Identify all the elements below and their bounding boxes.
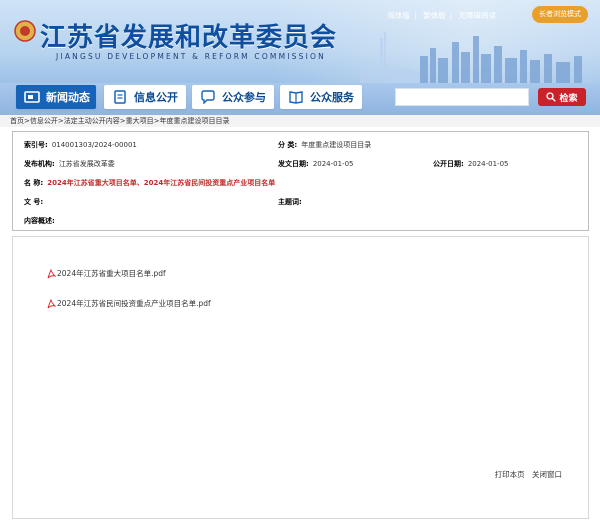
- page-actions: 打印本页 关闭窗口: [490, 469, 562, 480]
- print-page-link[interactable]: 打印本页: [495, 470, 525, 479]
- search-icon: [546, 92, 557, 102]
- nav-services[interactable]: 公众服务: [280, 85, 362, 109]
- pdf-icon: [47, 298, 56, 308]
- close-window-link[interactable]: 关闭窗口: [532, 470, 562, 479]
- public-date-row: 公开日期: 2024-01-05: [433, 160, 509, 168]
- nav-news-label: 新闻动态: [46, 91, 90, 104]
- category-row: 分 类: 年度重点建设项目目录: [278, 141, 372, 149]
- nav-services-label: 公众服务: [310, 91, 354, 104]
- emblem-icon: [14, 20, 36, 42]
- chat-icon: [201, 90, 215, 104]
- site-subtitle: JIANGSU DEVELOPMENT & REFORM COMMISSION: [56, 52, 326, 61]
- search-button[interactable]: 检索: [538, 88, 586, 106]
- nav-participation[interactable]: 公众参与: [192, 85, 274, 109]
- search-input[interactable]: [395, 88, 529, 106]
- document-name-row: 名 称: 2024年江苏省重大项目名单、2024年江苏省民间投资重点产业项目名单: [24, 179, 276, 187]
- index-number-row: 索引号: 014001303/2024-00001: [24, 141, 137, 149]
- search-button-label: 检索: [559, 93, 578, 104]
- keywords-row: 主题词:: [278, 198, 302, 206]
- language-links: 简体版 | 繁体版 | 无障碍阅读: [387, 11, 497, 20]
- site-title: 江苏省发展和改革委员会: [40, 23, 338, 53]
- document-content: 2024年江苏省重大项目名单.pdf 2024年江苏省民间投资重点产业项目名单.…: [12, 236, 589, 519]
- document-icon: [114, 90, 126, 104]
- document-number-row: 文 号:: [24, 198, 44, 206]
- summary-row: 内容概述:: [24, 217, 55, 225]
- traditional-link[interactable]: 繁体版: [423, 11, 446, 20]
- nav-news[interactable]: 新闻动态: [16, 85, 96, 109]
- breadcrumb[interactable]: 首页>信息公开>法定主动公开内容>重大项目>年度重点建设项目目录: [0, 115, 600, 127]
- city-skyline-image: [360, 32, 582, 86]
- nav-participation-label: 公众参与: [222, 91, 266, 104]
- book-icon: [289, 91, 303, 104]
- nav-info-label: 信息公开: [134, 91, 178, 104]
- attachment-link[interactable]: 2024年江苏省重大项目名单.pdf: [47, 268, 166, 279]
- publisher-row: 发布机构: 江苏省发展改革委: [24, 160, 115, 168]
- attachment-name: 2024年江苏省重大项目名单.pdf: [57, 269, 166, 278]
- attachment-name: 2024年江苏省民间投资重点产业项目名单.pdf: [57, 299, 211, 308]
- issue-date-row: 发文日期: 2024-01-05: [278, 160, 354, 168]
- elder-mode-button[interactable]: 长者浏览模式: [532, 6, 588, 23]
- document-info-panel: 索引号: 014001303/2024-00001 分 类: 年度重点建设项目目录 …: [12, 131, 589, 231]
- nav-info-public[interactable]: 信息公开: [104, 85, 186, 109]
- pdf-icon: [47, 268, 56, 278]
- accessibility-link[interactable]: 无障碍阅读: [459, 11, 497, 20]
- news-icon: [24, 91, 40, 103]
- document-title: 2024年江苏省重大项目名单、2024年江苏省民间投资重点产业项目名单: [47, 179, 276, 187]
- simplified-link[interactable]: 简体版: [388, 11, 411, 20]
- attachment-link[interactable]: 2024年江苏省民间投资重点产业项目名单.pdf: [47, 298, 211, 309]
